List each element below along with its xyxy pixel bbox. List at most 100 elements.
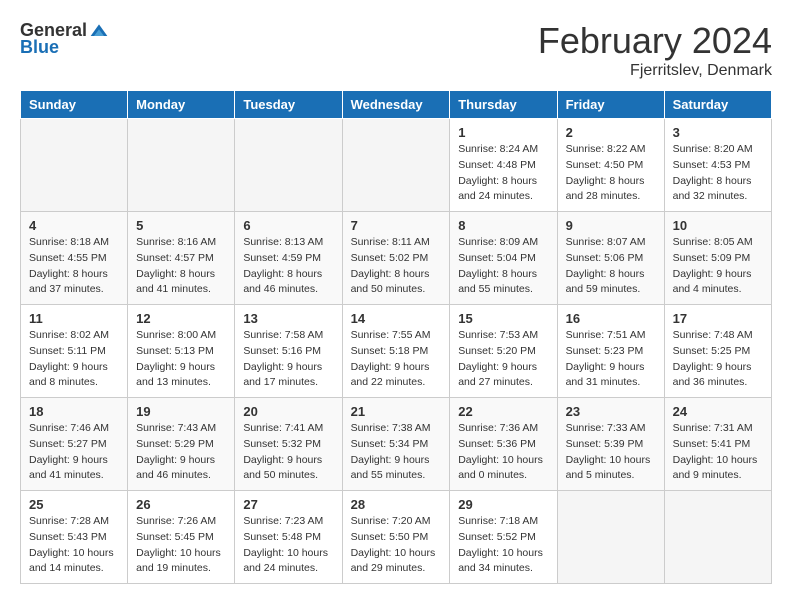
- calendar-cell: 26 Sunrise: 7:26 AM Sunset: 5:45 PM Dayli…: [128, 491, 235, 584]
- page-header: General Blue February 2024 Fjerritslev, …: [20, 20, 772, 80]
- day-info: Sunrise: 8:00 AM Sunset: 5:13 PM Dayligh…: [136, 328, 226, 391]
- calendar-cell: 3 Sunrise: 8:20 AM Sunset: 4:53 PM Daylig…: [664, 119, 771, 212]
- calendar-week-row: 1 Sunrise: 8:24 AM Sunset: 4:48 PM Daylig…: [21, 119, 772, 212]
- calendar-cell: 22 Sunrise: 7:36 AM Sunset: 5:36 PM Dayli…: [450, 398, 557, 491]
- calendar-cell: [342, 119, 450, 212]
- day-number: 11: [29, 311, 119, 326]
- calendar-table: SundayMondayTuesdayWednesdayThursdayFrid…: [20, 90, 772, 584]
- day-info: Sunrise: 7:33 AM Sunset: 5:39 PM Dayligh…: [566, 421, 656, 484]
- calendar-cell: 8 Sunrise: 8:09 AM Sunset: 5:04 PM Daylig…: [450, 212, 557, 305]
- calendar-cell: [664, 491, 771, 584]
- calendar-cell: 13 Sunrise: 7:58 AM Sunset: 5:16 PM Dayli…: [235, 305, 342, 398]
- day-info: Sunrise: 7:55 AM Sunset: 5:18 PM Dayligh…: [351, 328, 442, 391]
- day-info: Sunrise: 8:13 AM Sunset: 4:59 PM Dayligh…: [243, 235, 333, 298]
- day-info: Sunrise: 7:18 AM Sunset: 5:52 PM Dayligh…: [458, 514, 548, 577]
- day-info: Sunrise: 8:07 AM Sunset: 5:06 PM Dayligh…: [566, 235, 656, 298]
- day-number: 8: [458, 218, 548, 233]
- calendar-cell: 19Sunrise: 7:43 AM Sunset: 5:29 PM Dayli…: [128, 398, 235, 491]
- calendar-cell: 17 Sunrise: 7:48 AM Sunset: 5:25 PM Dayli…: [664, 305, 771, 398]
- calendar-header-tuesday: Tuesday: [235, 91, 342, 119]
- day-info: Sunrise: 8:02 AM Sunset: 5:11 PM Dayligh…: [29, 328, 119, 391]
- calendar-cell: [557, 491, 664, 584]
- day-info: Sunrise: 7:48 AM Sunset: 5:25 PM Dayligh…: [673, 328, 763, 391]
- day-number: 12: [136, 311, 226, 326]
- day-number: 5: [136, 218, 226, 233]
- logo-icon: [89, 21, 109, 41]
- calendar-week-row: 4 Sunrise: 8:18 AM Sunset: 4:55 PM Daylig…: [21, 212, 772, 305]
- day-info: Sunrise: 7:51 AM Sunset: 5:23 PM Dayligh…: [566, 328, 656, 391]
- day-number: 7: [351, 218, 442, 233]
- day-number: 1: [458, 125, 548, 140]
- calendar-cell: 21 Sunrise: 7:38 AM Sunset: 5:34 PM Dayli…: [342, 398, 450, 491]
- day-number: 17: [673, 311, 763, 326]
- calendar-week-row: 18 Sunrise: 7:46 AM Sunset: 5:27 PM Dayli…: [21, 398, 772, 491]
- day-info: Sunrise: 8:20 AM Sunset: 4:53 PM Dayligh…: [673, 142, 763, 205]
- day-info: Sunrise: 7:36 AM Sunset: 5:36 PM Dayligh…: [458, 421, 548, 484]
- day-number: 29: [458, 497, 548, 512]
- day-number: 6: [243, 218, 333, 233]
- day-number: 24: [673, 404, 763, 419]
- day-number: 22: [458, 404, 548, 419]
- day-info: Sunrise: 7:26 AM Sunset: 5:45 PM Dayligh…: [136, 514, 226, 577]
- calendar-cell: 9 Sunrise: 8:07 AM Sunset: 5:06 PM Daylig…: [557, 212, 664, 305]
- calendar-cell: 14 Sunrise: 7:55 AM Sunset: 5:18 PM Dayli…: [342, 305, 450, 398]
- calendar-header-sunday: Sunday: [21, 91, 128, 119]
- day-info: Sunrise: 7:53 AM Sunset: 5:20 PM Dayligh…: [458, 328, 548, 391]
- title-section: February 2024 Fjerritslev, Denmark: [538, 20, 772, 80]
- calendar-cell: 28 Sunrise: 7:20 AM Sunset: 5:50 PM Dayli…: [342, 491, 450, 584]
- day-number: 14: [351, 311, 442, 326]
- day-number: 23: [566, 404, 656, 419]
- calendar-header-friday: Friday: [557, 91, 664, 119]
- calendar-cell: [21, 119, 128, 212]
- day-number: 10: [673, 218, 763, 233]
- day-number: 15: [458, 311, 548, 326]
- day-info: Sunrise: 8:09 AM Sunset: 5:04 PM Dayligh…: [458, 235, 548, 298]
- day-info: Sunrise: 8:22 AM Sunset: 4:50 PM Dayligh…: [566, 142, 656, 205]
- month-title: February 2024: [538, 20, 772, 62]
- logo: General Blue: [20, 20, 109, 58]
- calendar-cell: 15 Sunrise: 7:53 AM Sunset: 5:20 PM Dayli…: [450, 305, 557, 398]
- day-info: Sunrise: 7:43 AM Sunset: 5:29 PM Dayligh…: [136, 421, 226, 484]
- day-number: 25: [29, 497, 119, 512]
- calendar-cell: 12 Sunrise: 8:00 AM Sunset: 5:13 PM Dayli…: [128, 305, 235, 398]
- day-info: Sunrise: 8:11 AM Sunset: 5:02 PM Dayligh…: [351, 235, 442, 298]
- day-number: 26: [136, 497, 226, 512]
- day-number: 18: [29, 404, 119, 419]
- day-info: Sunrise: 7:20 AM Sunset: 5:50 PM Dayligh…: [351, 514, 442, 577]
- day-info: Sunrise: 8:24 AM Sunset: 4:48 PM Dayligh…: [458, 142, 548, 205]
- day-number: 20: [243, 404, 333, 419]
- day-number: 3: [673, 125, 763, 140]
- calendar-header-wednesday: Wednesday: [342, 91, 450, 119]
- calendar-cell: 5 Sunrise: 8:16 AM Sunset: 4:57 PM Daylig…: [128, 212, 235, 305]
- calendar-cell: 20Sunrise: 7:41 AM Sunset: 5:32 PM Dayli…: [235, 398, 342, 491]
- calendar-cell: 7 Sunrise: 8:11 AM Sunset: 5:02 PM Daylig…: [342, 212, 450, 305]
- calendar-week-row: 25Sunrise: 7:28 AM Sunset: 5:43 PM Dayli…: [21, 491, 772, 584]
- day-number: 4: [29, 218, 119, 233]
- calendar-cell: 27 Sunrise: 7:23 AM Sunset: 5:48 PM Dayli…: [235, 491, 342, 584]
- calendar-cell: [128, 119, 235, 212]
- day-number: 16: [566, 311, 656, 326]
- day-info: Sunrise: 8:18 AM Sunset: 4:55 PM Dayligh…: [29, 235, 119, 298]
- calendar-cell: 1 Sunrise: 8:24 AM Sunset: 4:48 PM Daylig…: [450, 119, 557, 212]
- day-info: Sunrise: 7:23 AM Sunset: 5:48 PM Dayligh…: [243, 514, 333, 577]
- calendar-cell: [235, 119, 342, 212]
- calendar-cell: 11 Sunrise: 8:02 AM Sunset: 5:11 PM Dayli…: [21, 305, 128, 398]
- day-number: 21: [351, 404, 442, 419]
- day-number: 28: [351, 497, 442, 512]
- calendar-cell: 6 Sunrise: 8:13 AM Sunset: 4:59 PM Daylig…: [235, 212, 342, 305]
- calendar-header-monday: Monday: [128, 91, 235, 119]
- day-number: 13: [243, 311, 333, 326]
- day-info: Sunrise: 7:58 AM Sunset: 5:16 PM Dayligh…: [243, 328, 333, 391]
- calendar-cell: 16 Sunrise: 7:51 AM Sunset: 5:23 PM Dayli…: [557, 305, 664, 398]
- day-info: Sunrise: 7:46 AM Sunset: 5:27 PM Dayligh…: [29, 421, 119, 484]
- calendar-header-row: SundayMondayTuesdayWednesdayThursdayFrid…: [21, 91, 772, 119]
- calendar-cell: 29 Sunrise: 7:18 AM Sunset: 5:52 PM Dayli…: [450, 491, 557, 584]
- day-number: 27: [243, 497, 333, 512]
- day-info: Sunrise: 8:16 AM Sunset: 4:57 PM Dayligh…: [136, 235, 226, 298]
- calendar-cell: 10Sunrise: 8:05 AM Sunset: 5:09 PM Dayli…: [664, 212, 771, 305]
- day-number: 9: [566, 218, 656, 233]
- calendar-cell: 24Sunrise: 7:31 AM Sunset: 5:41 PM Dayli…: [664, 398, 771, 491]
- logo-blue-text: Blue: [20, 37, 59, 58]
- day-info: Sunrise: 7:38 AM Sunset: 5:34 PM Dayligh…: [351, 421, 442, 484]
- calendar-week-row: 11 Sunrise: 8:02 AM Sunset: 5:11 PM Dayli…: [21, 305, 772, 398]
